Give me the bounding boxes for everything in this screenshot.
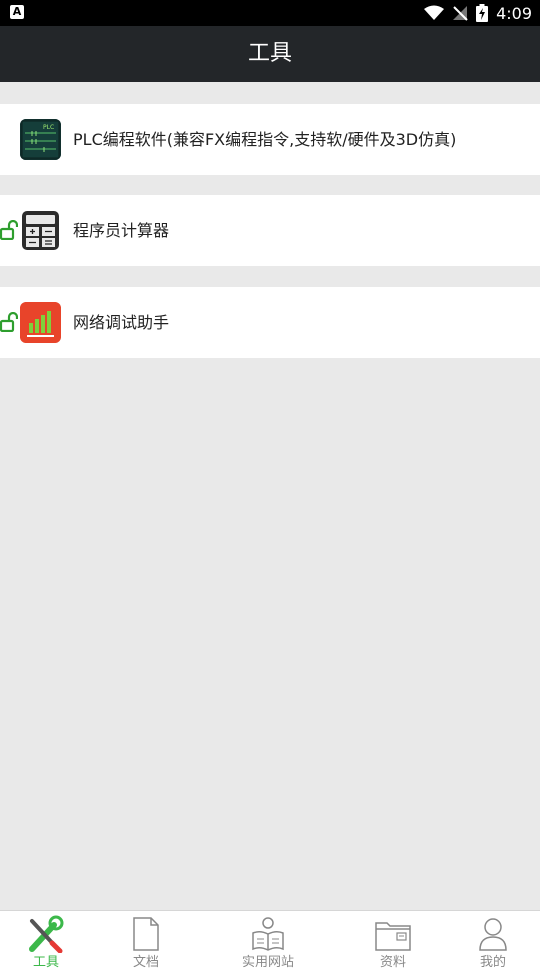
unlocked-icon xyxy=(0,312,18,332)
tool-label: 网络调试助手 xyxy=(73,313,170,332)
tool-item-network-debug[interactable]: 网络调试助手 xyxy=(0,287,540,358)
tab-label: 工具 xyxy=(32,955,59,970)
tab-label: 资料 xyxy=(379,955,406,970)
tool-label: PLC编程软件(兼容FX编程指令,支持软/硬件及3D仿真) xyxy=(73,130,457,149)
tools-icon xyxy=(29,915,64,953)
tab-useful-sites[interactable]: 实用网站 xyxy=(222,911,314,971)
svg-text:PLC: PLC xyxy=(43,124,54,131)
battery-charging-icon xyxy=(476,4,489,22)
tool-item-calculator[interactable]: 程序员计算器 xyxy=(0,195,540,266)
a-app-icon: A xyxy=(10,5,24,19)
tab-label: 实用网站 xyxy=(241,955,294,970)
tool-label: 程序员计算器 xyxy=(73,221,170,240)
unlocked-icon xyxy=(0,220,18,240)
tab-label: 文档 xyxy=(132,955,159,970)
document-icon xyxy=(133,917,159,951)
status-bar: A 4:09 xyxy=(0,0,540,26)
tool-item-plc[interactable]: PLC PLC编程软件(兼容FX编程指令,支持软/硬件及3D仿真) xyxy=(0,104,540,175)
user-icon xyxy=(479,918,507,951)
calculator-app-icon xyxy=(20,210,61,251)
tab-mine[interactable]: 我的 xyxy=(447,911,539,971)
status-icons: 4:09 xyxy=(424,0,532,26)
tab-materials[interactable]: 资料 xyxy=(347,911,439,971)
reader-icon xyxy=(252,917,284,951)
network-debug-app-icon xyxy=(20,302,61,343)
tab-tools[interactable]: 工具 xyxy=(0,911,92,971)
page-title: 工具 xyxy=(247,41,292,66)
wifi-icon xyxy=(424,5,445,20)
status-time: 4:09 xyxy=(496,3,532,23)
tab-label: 我的 xyxy=(479,955,506,970)
app-bar: 工具 xyxy=(0,26,540,82)
folder-icon xyxy=(375,922,411,951)
tab-documents[interactable]: 文档 xyxy=(100,911,192,971)
plc-app-icon: PLC xyxy=(20,119,61,160)
bottom-tab-bar: 工具 文档 实用网站 资料 我的 xyxy=(0,910,540,971)
no-signal-icon xyxy=(453,6,468,21)
